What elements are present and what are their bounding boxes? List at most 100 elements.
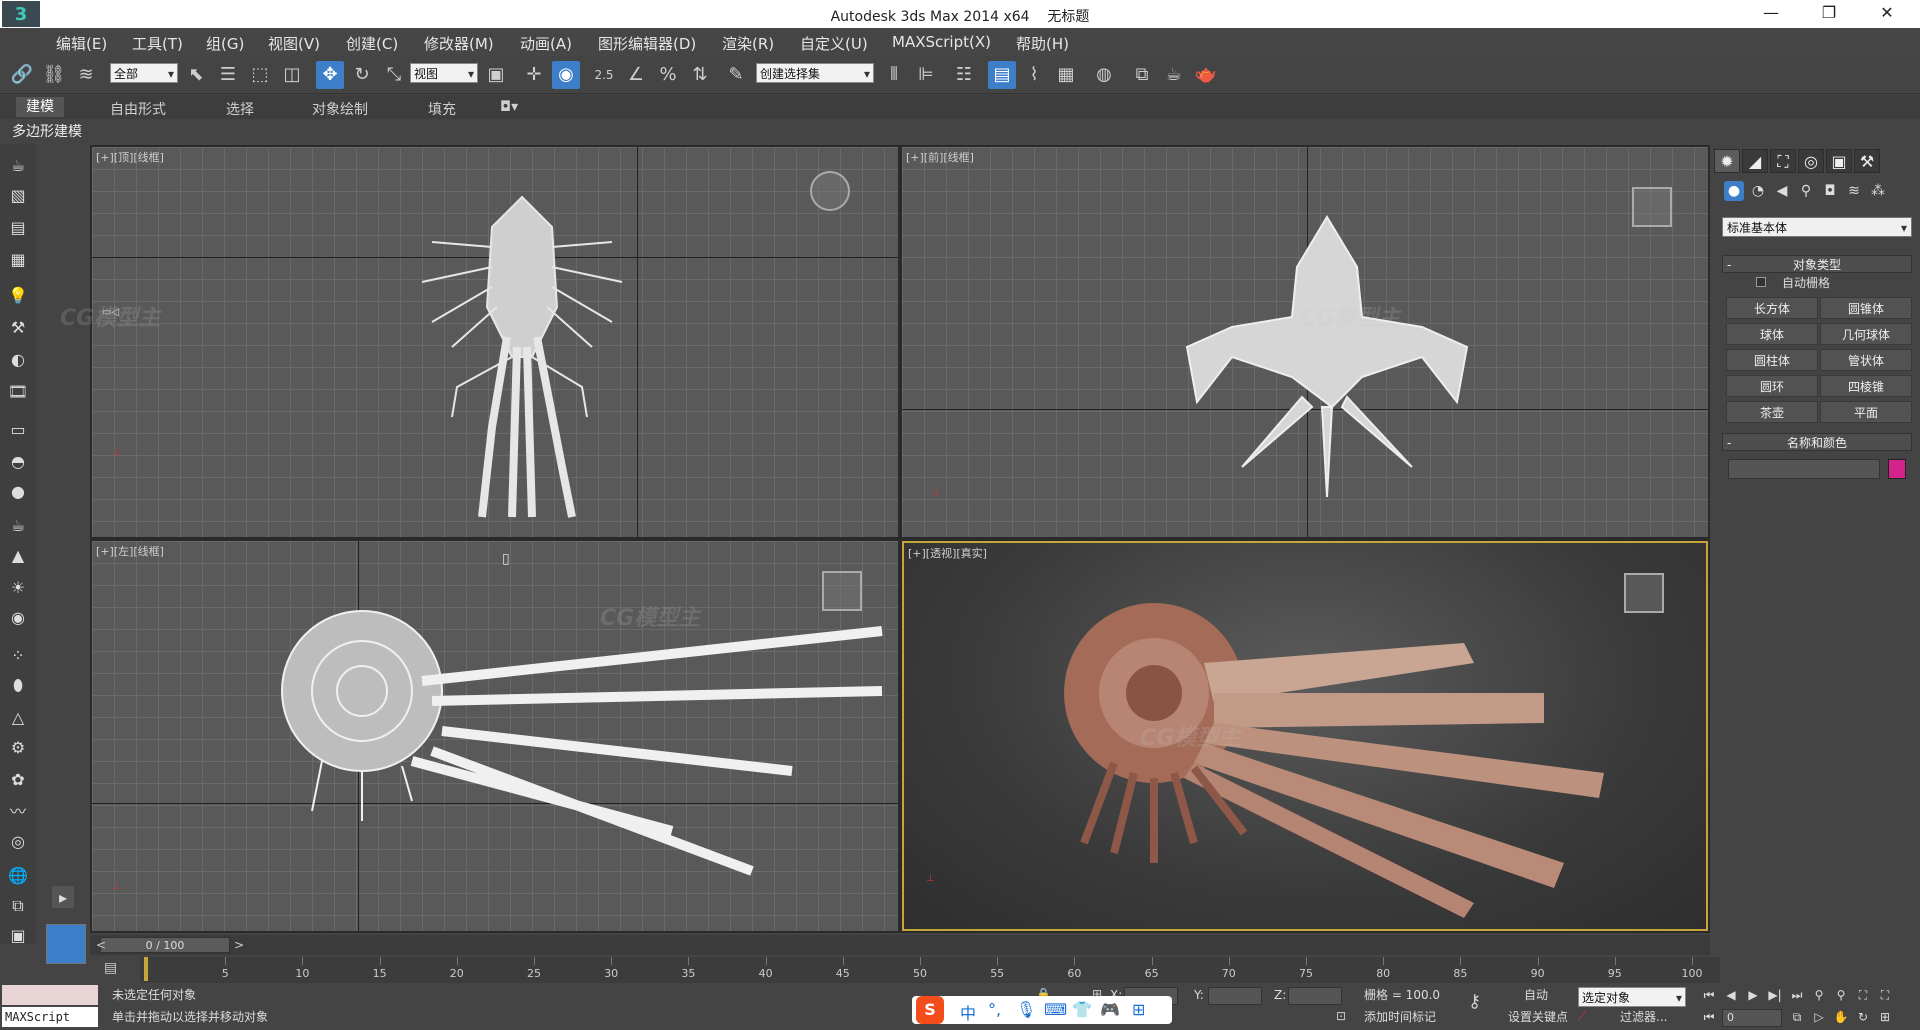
camera-icon[interactable]: ▯	[502, 551, 510, 567]
menu-tools[interactable]: 工具(T)	[132, 33, 183, 54]
window-crossing-icon[interactable]: ◫	[278, 61, 306, 89]
key-filter-dropdown[interactable]: 选定对象	[1578, 987, 1686, 1008]
time-slider[interactable]: 0 / 100	[100, 937, 230, 953]
select-rotate-icon[interactable]: ↻	[348, 61, 376, 89]
material-editor-icon[interactable]: ◍	[1090, 61, 1118, 89]
modify-tab-icon[interactable]: ◢	[1742, 149, 1768, 173]
name-color-rollout[interactable]: - 名称和颜色	[1722, 433, 1912, 451]
film-icon[interactable]: 🎞	[6, 380, 30, 404]
teapot-icon[interactable]: ☕	[6, 154, 30, 178]
link-icon[interactable]: 🔗	[8, 61, 36, 89]
tab-freeform[interactable]: 自由形式	[110, 99, 166, 119]
hierarchy-tab-icon[interactable]: ⛶	[1770, 149, 1796, 173]
menu-graph-editors[interactable]: 图形编辑器(D)	[598, 33, 696, 54]
maximize-viewport-icon[interactable]: ⊞	[1876, 1009, 1894, 1025]
viewport-label[interactable]: [+][左][线框]	[96, 543, 164, 559]
microphone-icon[interactable]: 🎙	[1016, 1000, 1036, 1019]
schematic-view-icon[interactable]: ▦	[1052, 61, 1080, 89]
select-object-icon[interactable]: ⬉	[182, 61, 210, 89]
manipulate-icon[interactable]: ✛	[520, 61, 548, 89]
teapot-button[interactable]: 茶壶	[1726, 401, 1818, 423]
mirror-icon[interactable]: ⫴	[880, 61, 908, 89]
sun-icon[interactable]: ☀	[6, 576, 30, 600]
plane-button[interactable]: 平面	[1820, 401, 1912, 423]
spinner-snap-icon[interactable]: ⇅	[686, 61, 714, 89]
spacewarps-icon[interactable]: ≋	[1844, 181, 1864, 201]
gear-icon[interactable]: ⚙	[6, 736, 30, 760]
viewport-label[interactable]: [+][透视][真实]	[908, 545, 987, 561]
menu-customize[interactable]: 自定义(U)	[800, 33, 868, 54]
dome-icon[interactable]: ◓	[6, 450, 30, 474]
display-tab-icon[interactable]: ▣	[1826, 149, 1852, 173]
hair-icon[interactable]: 〰	[6, 800, 30, 824]
z-coord-field[interactable]	[1288, 987, 1342, 1005]
keyboard-icon[interactable]: ⌨	[1044, 1000, 1067, 1019]
geosphere-button[interactable]: 几何球体	[1820, 323, 1912, 345]
tube-button[interactable]: 管状体	[1820, 349, 1912, 371]
auto-key-button[interactable]: 自动	[1524, 985, 1548, 1005]
plant-icon[interactable]: ✿	[6, 768, 30, 792]
sphere-button[interactable]: 球体	[1726, 323, 1818, 345]
angle-snap-icon[interactable]: ∠	[622, 61, 650, 89]
menu-view[interactable]: 视图(V)	[268, 33, 320, 54]
box-button[interactable]: 长方体	[1726, 297, 1818, 319]
camera-icon[interactable]: ▭◁	[102, 307, 119, 318]
cone-button[interactable]: 圆锥体	[1820, 297, 1912, 319]
pivot-center-icon[interactable]: ▣	[482, 61, 510, 89]
object-color-swatch[interactable]	[1888, 459, 1906, 479]
go-to-end-icon[interactable]: ⏭	[1788, 987, 1806, 1003]
batch-icon[interactable]: ⧉	[6, 894, 30, 918]
slider-next-arrow-icon[interactable]: >	[234, 938, 244, 952]
curve-editor-mini-icon[interactable]: ▤	[104, 960, 117, 976]
expand-arrow-icon[interactable]: ▸	[52, 886, 74, 908]
tools-icon[interactable]: ⚒	[6, 316, 30, 340]
skin-icon[interactable]: 👕	[1072, 1000, 1092, 1019]
trackbar[interactable]: 5 10 15 20 25 30 35 40 45 50 55 60 65 70 75 80 85 90 95 100	[140, 957, 1720, 983]
object-name-field[interactable]	[1728, 459, 1880, 479]
maxscript-label[interactable]: MAXScript	[2, 1007, 98, 1027]
key-mode-icon[interactable]: ⟋	[1578, 1009, 1586, 1024]
render-setup-icon[interactable]: ⧉	[1128, 61, 1156, 89]
unlink-icon[interactable]: ⛓	[40, 61, 68, 89]
geometry-icon[interactable]: ●	[1724, 181, 1744, 201]
filters-button[interactable]: 过滤器...	[1620, 1007, 1667, 1027]
cameras-icon[interactable]: ⚲	[1796, 181, 1816, 201]
curve-editor-icon[interactable]: ⌇	[1020, 61, 1048, 89]
tab-modeling[interactable]: 建模	[16, 97, 64, 117]
cylinder-button[interactable]: 圆柱体	[1726, 349, 1818, 371]
sphere-half-icon[interactable]: ◐	[6, 348, 30, 372]
viewport-layout-icon[interactable]	[46, 924, 86, 964]
y-coord-field[interactable]	[1208, 987, 1262, 1005]
render-icon[interactable]: ▧	[6, 184, 30, 208]
zoom-icon[interactable]: ⚲	[1810, 987, 1828, 1003]
tab-populate[interactable]: 填充	[428, 99, 456, 119]
prev-frame-icon[interactable]: ◀	[1722, 987, 1740, 1003]
toolbox-icon[interactable]: ⊞	[1132, 1000, 1145, 1019]
keyboard-shortcut-icon[interactable]: ◉	[552, 61, 580, 89]
percent-snap-icon[interactable]: %	[654, 61, 682, 89]
maximize-button[interactable]: ❐	[1806, 2, 1852, 26]
ribbon-sub-label[interactable]: 多边形建模	[12, 121, 82, 141]
emoji-icon[interactable]: 🎮	[1100, 1000, 1120, 1019]
menu-modifiers[interactable]: 修改器(M)	[424, 33, 494, 54]
menu-group[interactable]: 组(G)	[206, 33, 244, 54]
reference-coord-dropdown[interactable]: 视图	[410, 63, 478, 84]
snap-toggle-icon[interactable]: 2.5	[590, 61, 618, 89]
tab-object-paint[interactable]: 对象绘制	[312, 99, 368, 119]
viewport-label[interactable]: [+][顶][线框]	[96, 149, 164, 165]
viewport-front[interactable]: [+][前][线框] ⊥	[902, 147, 1708, 537]
pan-icon[interactable]: ✋	[1832, 1009, 1850, 1025]
time-slider-track[interactable]	[90, 935, 1710, 955]
viewcube-icon[interactable]	[810, 171, 850, 211]
field-of-view-icon[interactable]: ▷	[1810, 1009, 1828, 1025]
select-by-name-icon[interactable]: ☰	[214, 61, 242, 89]
create-tab-icon[interactable]: ✹	[1714, 149, 1740, 173]
shapes-icon[interactable]: ◔	[1748, 181, 1768, 201]
ribbon-options-icon[interactable]: ◘▾	[500, 99, 518, 115]
utilities-tab-icon[interactable]: ⚒	[1854, 149, 1880, 173]
viewport-label[interactable]: [+][前][线框]	[906, 149, 974, 165]
cone-icon[interactable]: ▲	[6, 544, 30, 568]
zoom-extents-icon[interactable]: ⛶	[1854, 987, 1872, 1003]
render-production-icon[interactable]: 🫖	[1192, 61, 1220, 89]
graphite-toggle-icon[interactable]: ▤	[988, 61, 1016, 89]
